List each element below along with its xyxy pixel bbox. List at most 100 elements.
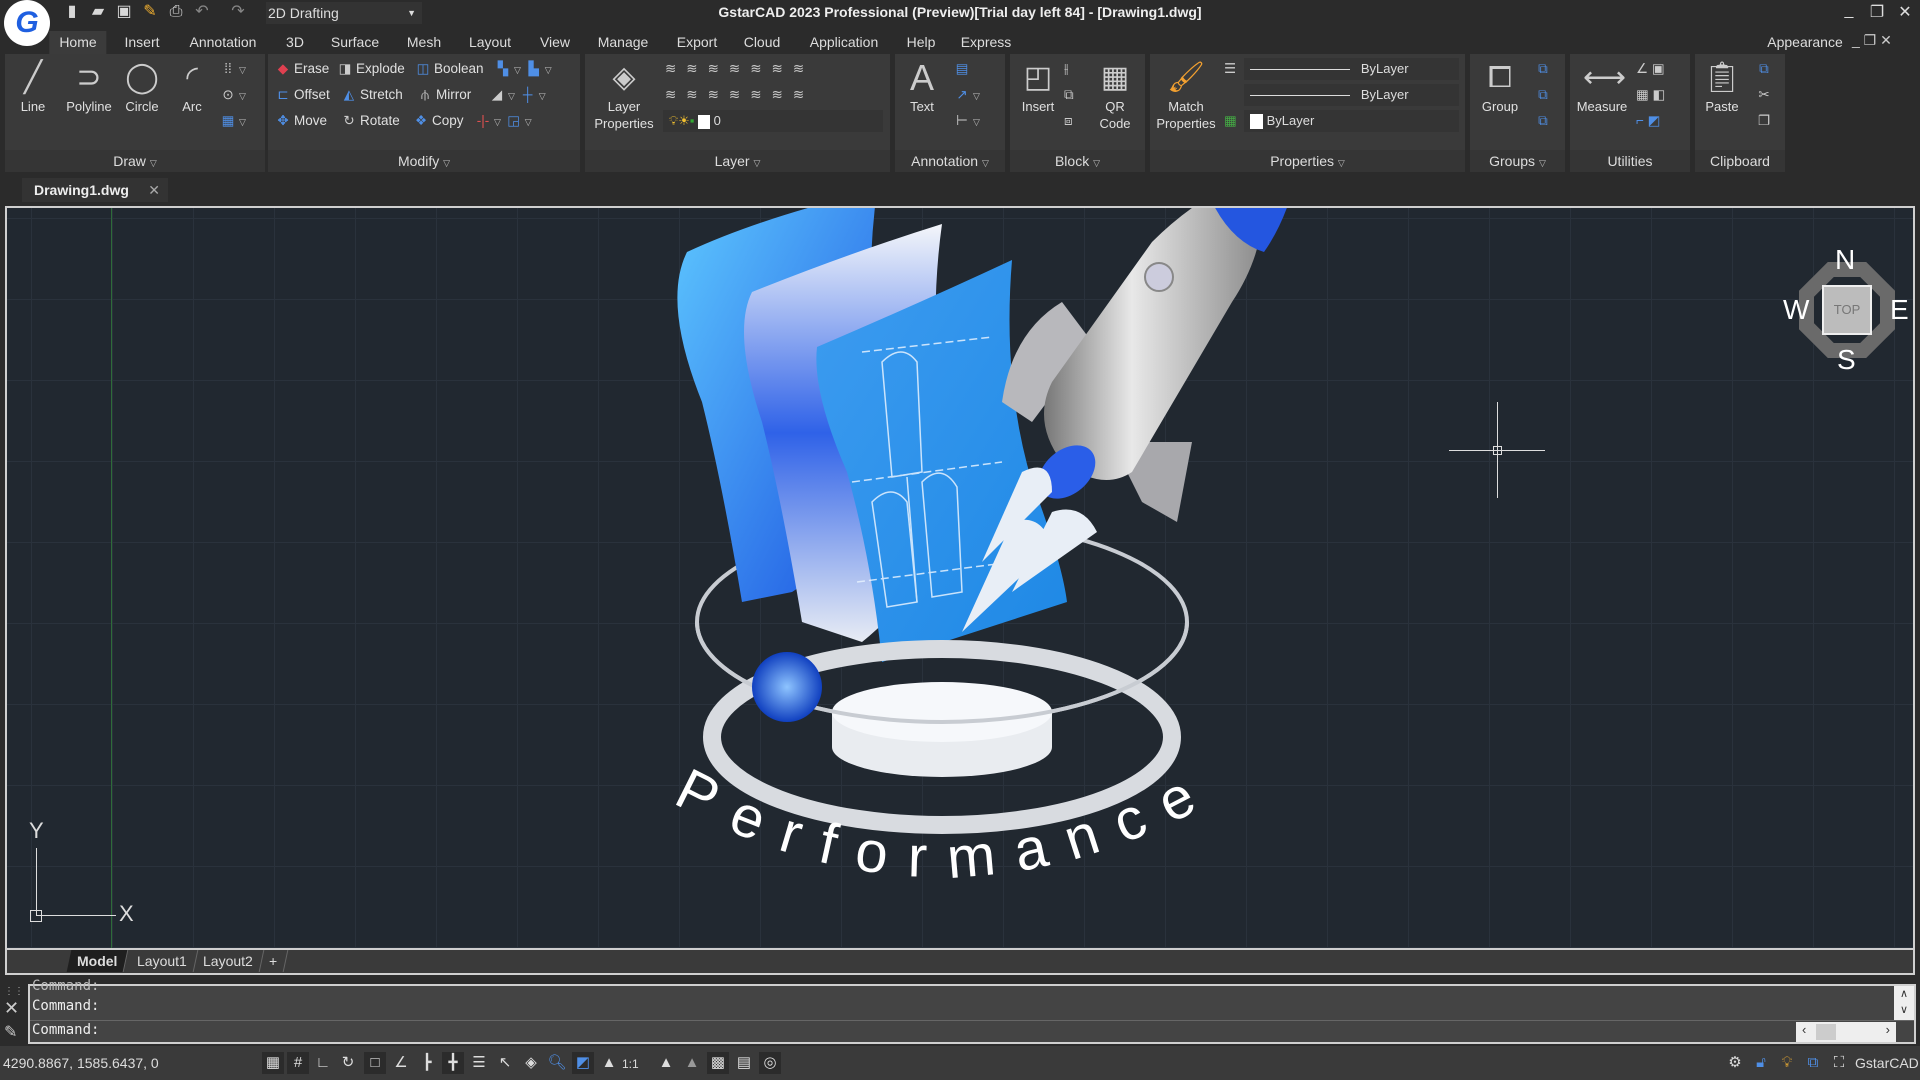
utility-tool-3[interactable]: ⌐ ◩ (1636, 110, 1660, 132)
text-button[interactable]: A Text (901, 60, 943, 115)
layer-tools-row-2[interactable]: ≋≋≋≋≋≋≋ (665, 84, 814, 106)
tab-help[interactable]: Help (897, 31, 946, 54)
leader-button[interactable]: ↗ ▽ (953, 84, 980, 106)
match-properties-button[interactable]: 🖌︎ Match Properties (1152, 60, 1220, 132)
transparency-icon[interactable]: ▩ (707, 1052, 729, 1074)
polyline-button[interactable]: ⊃ Polyline (59, 60, 119, 115)
tab-mesh[interactable]: Mesh (397, 31, 451, 54)
group-tool-3[interactable]: ⧉ (1534, 110, 1554, 132)
scale-readout[interactable]: 1:1 (622, 1057, 639, 1071)
explode-button[interactable]: ◨ Explode (336, 58, 405, 80)
linetype-dropdown[interactable]: ByLayer (1244, 58, 1459, 80)
grid-display-icon[interactable]: ▦ (262, 1052, 284, 1074)
command-vscroll[interactable]: ∧ ∨ (1894, 986, 1914, 1020)
panel-layer-label[interactable]: Layer ▽ (585, 150, 890, 172)
isolate-icon[interactable]: ⧉ (1802, 1052, 1824, 1074)
add-layout-button[interactable]: + (258, 950, 289, 972)
tab-layout[interactable]: Layout (459, 31, 521, 54)
viewcube[interactable]: TOP N S E W (1783, 244, 1909, 375)
tab-surface[interactable]: Surface (321, 31, 389, 54)
annotation-visibility-icon[interactable]: ▲ (655, 1052, 677, 1074)
measure-button[interactable]: ⟷ Measure (1572, 60, 1632, 115)
point-button[interactable]: ⁞⁞ ▽ (219, 58, 246, 80)
layer-dropdown[interactable]: 💡︎☀▪ 0 (663, 110, 883, 132)
scroll-thumb[interactable] (1816, 1024, 1836, 1040)
annotation-scale-icon[interactable]: ▲ (598, 1052, 620, 1074)
viewcube-top-face[interactable]: TOP (1822, 285, 1872, 335)
panel-draw-label[interactable]: Draw ▽ (5, 150, 265, 172)
array-button[interactable]: ▚ ▽ ▙ ▽ (494, 58, 552, 80)
copy-clip-button[interactable]: ⧉ (1755, 58, 1775, 80)
tab-model[interactable]: Model (66, 950, 129, 972)
appearance-menu[interactable]: Appearance (1757, 31, 1853, 54)
clean-screen-icon[interactable]: ◎ (759, 1052, 781, 1074)
lightbulb-icon[interactable]: 💡︎ (1776, 1052, 1798, 1074)
selection-cycling-icon[interactable]: ↖ (494, 1052, 516, 1074)
copy-button[interactable]: ❖ Copy (412, 110, 464, 132)
grid-snap-icon[interactable]: # (287, 1052, 309, 1074)
panel-block-label[interactable]: Block ▽ (1010, 150, 1145, 172)
lineweight-icon[interactable]: ☰ (468, 1052, 490, 1074)
ellipse-button[interactable]: ⊙ ▽ (219, 84, 246, 106)
panel-annotation-label[interactable]: Annotation ▽ (895, 150, 1005, 172)
model-space-icon[interactable]: ◩ (572, 1052, 594, 1074)
arc-button[interactable]: ◜ Arc (167, 60, 217, 115)
auto-scale-icon[interactable]: ▲ (681, 1052, 703, 1074)
qr-code-button[interactable]: ▦ QR Code (1090, 60, 1140, 132)
scroll-left-icon[interactable]: ‹ (1802, 1022, 1806, 1037)
tab-annotation[interactable]: Annotation (180, 31, 267, 54)
close-button[interactable]: ✕ (1892, 2, 1918, 24)
scroll-right-icon[interactable]: › (1886, 1022, 1890, 1037)
layer-status-icon[interactable]: ◈ (520, 1052, 542, 1074)
drawing-canvas[interactable]: Performance TOP N S E W Y X (5, 206, 1915, 950)
group-tool-2[interactable]: ⧉ (1534, 84, 1554, 106)
polar-icon[interactable]: ↻ (337, 1052, 359, 1074)
group-tool-1[interactable]: ⧉ (1534, 58, 1554, 80)
dynamic-input-icon[interactable]: ╋ (442, 1052, 464, 1074)
lock-icon[interactable]: 🔓︎ (1750, 1052, 1772, 1074)
ortho-icon[interactable]: ∟ (312, 1052, 334, 1074)
panel-modify-label[interactable]: Modify ▽ (268, 150, 580, 172)
boolean-button[interactable]: ◫ Boolean (414, 58, 484, 80)
tab-layout1[interactable]: Layout1 (126, 950, 199, 972)
app-logo[interactable]: G (4, 0, 50, 46)
group-button[interactable]: ⧠ Group (1474, 60, 1526, 115)
compass-e[interactable]: E (1890, 294, 1909, 326)
color-dropdown[interactable]: ByLayer (1244, 110, 1459, 132)
panel-groups-label[interactable]: Groups ▽ (1470, 150, 1565, 172)
tab-view[interactable]: View (530, 31, 580, 54)
line-button[interactable]: ╱ Line (9, 60, 57, 115)
copy-base-button[interactable]: ❐ (1755, 110, 1775, 132)
block-tool-2[interactable]: ⧉ (1064, 84, 1074, 106)
minimize-button[interactable]: _ (1836, 2, 1862, 24)
tab-home[interactable]: Home (49, 31, 107, 54)
layer-tools-row-1[interactable]: ≋≋≋≋≋≋≋ (665, 58, 814, 80)
tab-manage[interactable]: Manage (588, 31, 659, 54)
restore-button[interactable]: ❐ (1864, 2, 1890, 24)
compass-s[interactable]: S (1837, 344, 1856, 376)
close-command-icon[interactable]: ✕ (4, 998, 19, 1019)
utility-tool-2[interactable]: ▦ ◧ (1636, 84, 1665, 106)
stretch-button[interactable]: ◭ Stretch (340, 84, 403, 106)
move-button[interactable]: ✥ Move (274, 110, 327, 132)
rotate-button[interactable]: ↻ Rotate (340, 110, 399, 132)
command-grip-icon[interactable]: ⋮⋮ (4, 986, 24, 997)
circle-button[interactable]: ◯ Circle (117, 60, 167, 115)
utility-tool-1[interactable]: ∠ ▣ (1636, 58, 1665, 80)
zoom-icon[interactable]: 🔍︎ (546, 1052, 568, 1074)
offset-button[interactable]: ⊏ Offset (274, 84, 329, 106)
lineweight-dropdown[interactable]: ByLayer (1244, 84, 1459, 106)
hatch-button[interactable]: ▦ ▽ (219, 110, 246, 132)
settings-gear-icon[interactable]: ⚙ (1724, 1052, 1746, 1074)
close-tab-icon[interactable]: ✕ (148, 178, 160, 202)
osnap-icon[interactable]: □ (364, 1052, 386, 1074)
layer-properties-button[interactable]: ◈ Layer Properties (589, 60, 659, 132)
dimension-button[interactable]: ⊢ ▽ (953, 110, 980, 132)
panel-properties-label[interactable]: Properties ▽ (1150, 150, 1465, 172)
table-button[interactable]: ▤ (953, 58, 973, 80)
block-tool-3[interactable]: ⧈ (1064, 110, 1073, 132)
doc-minimize-button[interactable]: _ ❐ ✕ (1852, 32, 1892, 49)
paste-button[interactable]: 📋︎ Paste (1699, 60, 1745, 115)
command-hscroll[interactable]: ‹ › (1796, 1022, 1896, 1042)
insert-button[interactable]: ◰ Insert (1014, 60, 1062, 115)
